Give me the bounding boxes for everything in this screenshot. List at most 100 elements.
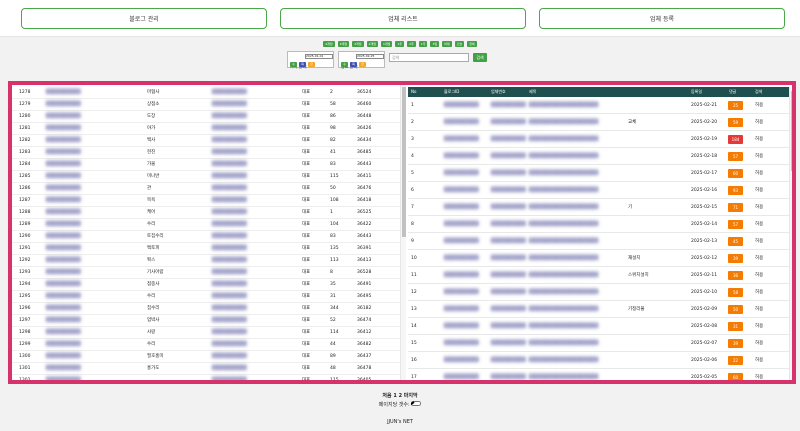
row-id: 1286 bbox=[19, 186, 31, 191]
quick-filter-button[interactable]: 오늘 bbox=[454, 41, 465, 47]
left-table-row[interactable]: 1281 ██████████ 야가 ██████████ 대표 98 36426 bbox=[12, 123, 400, 135]
comment-badge[interactable]: 71 bbox=[728, 203, 743, 212]
address: ██████████ bbox=[212, 126, 247, 131]
number: 36437 bbox=[357, 354, 372, 359]
start-small-btn-3[interactable]: 금 bbox=[308, 62, 315, 67]
right-scroll-thumb[interactable] bbox=[791, 91, 792, 171]
comment-badge[interactable]: 60 bbox=[728, 169, 743, 178]
comment-badge[interactable]: 22 bbox=[728, 356, 743, 365]
end-date-input[interactable]: 2025-02-25 bbox=[356, 54, 384, 59]
right-table-row[interactable]: 17 ██████████ ██████████ ██████████████████… bbox=[408, 369, 789, 380]
quick-filter-button[interactable]: 2주 bbox=[407, 41, 416, 47]
left-table-row[interactable]: 1282 ██████████ 백사 ██████████ 대표 82 36434 bbox=[12, 135, 400, 147]
company-list-button[interactable]: 업체 리스트 bbox=[280, 8, 526, 29]
quick-filter-button[interactable]: 6개월 bbox=[337, 41, 350, 47]
comment-badge[interactable]: 39 bbox=[728, 254, 743, 263]
quick-filter-button[interactable]: 9개월 bbox=[323, 41, 335, 47]
right-table-row[interactable]: 11 ██████████ ██████████ ██████████████████… bbox=[408, 267, 789, 284]
left-table-row[interactable]: 1279 ██████████ 상점소 ██████████ 대표 58 36460 bbox=[12, 99, 400, 111]
comment-badge[interactable]: 25 bbox=[728, 101, 743, 110]
start-date-input[interactable]: 2025-01-01 bbox=[305, 54, 333, 59]
left-table-row[interactable]: 1299 ██████████ 수리 ██████████ 대표 44 36482 bbox=[12, 339, 400, 351]
end-small-btn-3[interactable]: 금 bbox=[359, 62, 366, 67]
right-table-row[interactable]: 16 ██████████ ██████████ ██████████████████… bbox=[408, 352, 789, 369]
left-table-row[interactable]: 1287 ██████████ 목욕 ██████████ 대표 108 36418 bbox=[12, 195, 400, 207]
left-table-row[interactable]: 1286 ██████████ 관 ██████████ 대표 50 36476 bbox=[12, 183, 400, 195]
left-table-row[interactable]: 1289 ██████████ 수리 ██████████ 대표 104 36422 bbox=[12, 219, 400, 231]
quick-filter-button[interactable]: 1주 bbox=[395, 41, 405, 47]
right-table-row[interactable]: 1 ██████████ ██████████ ███████████████████… bbox=[408, 97, 789, 114]
comment-badge[interactable]: 57 bbox=[728, 152, 743, 161]
left-table-row[interactable]: 1284 ██████████ 가물 ██████████ 대표 83 36443 bbox=[12, 159, 400, 171]
search-status: 허용 bbox=[755, 273, 764, 278]
search-status: 허용 bbox=[755, 290, 764, 295]
blog-manage-button[interactable]: 블로그 관리 bbox=[21, 8, 267, 29]
right-table-row[interactable]: 10 ██████████ ██████████ ██████████████████… bbox=[408, 250, 789, 267]
start-small-btn-2[interactable]: 목 bbox=[299, 62, 306, 67]
right-table-row[interactable]: 4 ██████████ ██████████ ███████████████████… bbox=[408, 148, 789, 165]
left-table-row[interactable]: 1283 ██████████ 현진 ██████████ 대표 41 36485 bbox=[12, 147, 400, 159]
quick-filter-button[interactable]: 전체 bbox=[467, 41, 477, 47]
comment-badge[interactable]: 184 bbox=[728, 135, 743, 144]
left-table-row[interactable]: 1298 ██████████ 사랑 ██████████ 대표 114 36412 bbox=[12, 327, 400, 339]
comment-badge[interactable]: 57 bbox=[728, 220, 743, 229]
right-table-row[interactable]: 14 ██████████ ██████████ ██████████████████… bbox=[408, 318, 789, 335]
comment-badge[interactable]: 58 bbox=[728, 288, 743, 297]
count: 50 bbox=[330, 186, 336, 191]
blog-id: ██████████ bbox=[444, 290, 479, 295]
left-table-row[interactable]: 1297 ██████████ 업박사 ██████████ 대표 52 36474 bbox=[12, 315, 400, 327]
comment-badge[interactable]: 93 bbox=[728, 186, 743, 195]
comment-badge[interactable]: 59 bbox=[728, 118, 743, 127]
left-table-row[interactable]: 1294 ██████████ 점중사 ██████████ 대표 35 36491 bbox=[12, 279, 400, 291]
left-table-row[interactable]: 1291 ██████████ 백토피 ██████████ 대표 135 36391 bbox=[12, 243, 400, 255]
right-table-row[interactable]: 7 ██████████ ██████████ ███████████████████… bbox=[408, 199, 789, 216]
left-table-row[interactable]: 1278 ██████████ 마협사 ██████████ 대표 2 36524 bbox=[12, 87, 400, 99]
left-table-row[interactable]: 1296 ██████████ 집수리 ██████████ 대표 344 36182 bbox=[12, 303, 400, 315]
left-scrollbar[interactable] bbox=[400, 85, 406, 380]
quick-filter-button[interactable]: 1개월 bbox=[381, 41, 393, 47]
company-register-button[interactable]: 업체 등록 bbox=[539, 8, 785, 29]
comment-badge[interactable]: 45 bbox=[728, 237, 743, 246]
per-page-select[interactable]: 1000 bbox=[411, 401, 422, 406]
right-table-row[interactable]: 5 ██████████ ██████████ ███████████████████… bbox=[408, 165, 789, 182]
search-button[interactable]: 검색 bbox=[473, 53, 487, 62]
left-table-row[interactable]: 1302 ██████████ ██████████ 대표 115 36405 bbox=[12, 375, 400, 380]
left-table-row[interactable]: 1292 ██████████ 튁스 ██████████ 대표 113 36413 bbox=[12, 255, 400, 267]
role: 대표 bbox=[302, 258, 311, 263]
right-table-row[interactable]: 13 ██████████ ██████████ ██████████████████… bbox=[408, 301, 789, 318]
company-no: ██████████ bbox=[491, 120, 526, 125]
search-input[interactable]: 검색 bbox=[389, 53, 469, 62]
comment-badge[interactable]: 60 bbox=[728, 373, 743, 380]
pagination[interactable]: 처음 1 2 마지막 bbox=[0, 392, 800, 399]
right-table-row[interactable]: 12 ██████████ ██████████ ██████████████████… bbox=[408, 284, 789, 301]
end-small-btn-1[interactable]: 수 bbox=[341, 62, 348, 67]
quick-filter-button[interactable]: 3일 bbox=[430, 41, 440, 47]
right-table-row[interactable]: 2 ██████████ ██████████ ███████████████████… bbox=[408, 114, 789, 131]
right-table-row[interactable]: 6 ██████████ ██████████ ███████████████████… bbox=[408, 182, 789, 199]
comment-badge[interactable]: 39 bbox=[728, 339, 743, 348]
left-table-row[interactable]: 1288 ██████████ 케어 ██████████ 대표 1 36525 bbox=[12, 207, 400, 219]
comment-badge[interactable]: 31 bbox=[728, 322, 743, 331]
left-table-row[interactable]: 1300 ██████████ 필호홈미 ██████████ 대표 89 36437 bbox=[12, 351, 400, 363]
quick-filter-button[interactable]: 어제 bbox=[442, 41, 452, 47]
left-scroll-thumb[interactable] bbox=[402, 87, 406, 237]
comment-badge[interactable]: 50 bbox=[728, 305, 743, 314]
comment-badge[interactable]: 36 bbox=[728, 271, 743, 280]
left-table-row[interactable]: 1293 ██████████ 기사아랍 ██████████ 대표 8 36528 bbox=[12, 267, 400, 279]
quick-filter-button[interactable]: 2개월 bbox=[366, 41, 379, 47]
right-table-row[interactable]: 15 ██████████ ██████████ ██████████████████… bbox=[408, 335, 789, 352]
right-scrollbar[interactable] bbox=[789, 87, 792, 380]
quick-filter-button[interactable]: 1주 bbox=[418, 41, 428, 47]
left-table-row[interactable]: 1295 ██████████ 수리 ██████████ 대표 31 36495 bbox=[12, 291, 400, 303]
address: ██████████ bbox=[212, 330, 247, 335]
left-table-row[interactable]: 1301 ██████████ 홍가도 ██████████ 대표 48 36478 bbox=[12, 363, 400, 375]
quick-filter-button[interactable]: 3개월 bbox=[352, 41, 364, 47]
left-table-row[interactable]: 1280 ██████████ 도장 ██████████ 대표 86 36448 bbox=[12, 111, 400, 123]
left-table-row[interactable]: 1290 ██████████ 토집수리 ██████████ 대표 83 36443 bbox=[12, 231, 400, 243]
right-table-row[interactable]: 8 ██████████ ██████████ ███████████████████… bbox=[408, 216, 789, 233]
left-table-row[interactable]: 1285 ██████████ 미나반 ██████████ 대표 115 36411 bbox=[12, 171, 400, 183]
right-table-row[interactable]: 3 ██████████ ██████████ ███████████████████… bbox=[408, 131, 789, 148]
start-small-btn-1[interactable]: 수 bbox=[290, 62, 297, 67]
end-small-btn-2[interactable]: 목 bbox=[350, 62, 357, 67]
right-table-row[interactable]: 9 ██████████ ██████████ ███████████████████… bbox=[408, 233, 789, 250]
